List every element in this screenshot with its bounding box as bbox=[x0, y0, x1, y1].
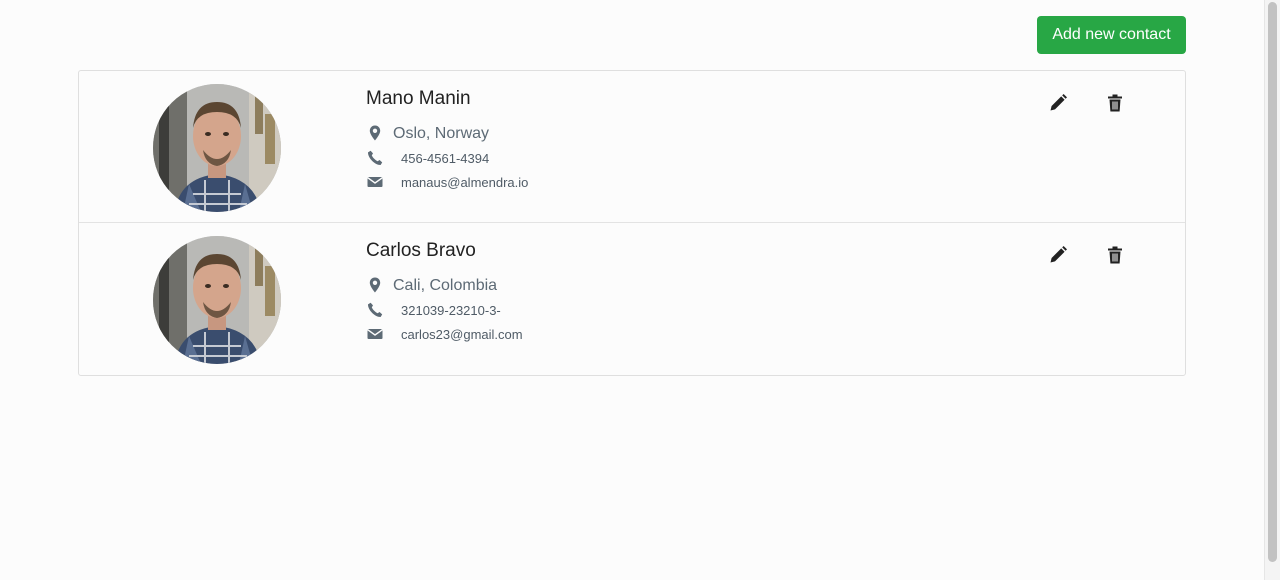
phone-icon bbox=[367, 302, 383, 318]
envelope-icon bbox=[367, 174, 383, 190]
contacts-page: Add new contact Mano Manin Oslo, Norway … bbox=[0, 0, 1280, 580]
contact-card: Carlos Bravo Cali, Colombia 321039-23210… bbox=[79, 223, 1185, 375]
phone-icon bbox=[367, 150, 383, 166]
avatar bbox=[153, 236, 281, 364]
scrollbar-thumb[interactable] bbox=[1268, 2, 1277, 562]
contact-card: Mano Manin Oslo, Norway 456-4561-4394 ma… bbox=[79, 71, 1185, 223]
contact-email: carlos23@gmail.com bbox=[401, 327, 523, 342]
add-new-contact-button[interactable]: Add new contact bbox=[1037, 16, 1186, 54]
pencil-icon bbox=[1050, 246, 1067, 263]
delete-contact-button[interactable] bbox=[1105, 93, 1125, 113]
trash-icon bbox=[1108, 94, 1122, 112]
contact-list: Mano Manin Oslo, Norway 456-4561-4394 ma… bbox=[78, 70, 1186, 376]
avatar bbox=[153, 84, 281, 212]
contact-name: Mano Manin bbox=[366, 88, 471, 109]
contact-name: Carlos Bravo bbox=[366, 240, 476, 261]
pencil-icon bbox=[1050, 94, 1067, 111]
delete-contact-button[interactable] bbox=[1105, 245, 1125, 265]
map-marker-icon bbox=[367, 277, 383, 293]
contact-email: manaus@almendra.io bbox=[401, 175, 529, 190]
contact-phone: 321039-23210-3- bbox=[401, 303, 501, 318]
contact-location: Cali, Colombia bbox=[393, 277, 498, 294]
edit-contact-button[interactable] bbox=[1048, 245, 1068, 265]
contact-phone: 456-4561-4394 bbox=[401, 151, 490, 166]
edit-contact-button[interactable] bbox=[1048, 93, 1068, 113]
envelope-icon bbox=[367, 326, 383, 342]
contact-location: Oslo, Norway bbox=[393, 125, 490, 142]
map-marker-icon bbox=[367, 125, 383, 141]
trash-icon bbox=[1108, 246, 1122, 264]
